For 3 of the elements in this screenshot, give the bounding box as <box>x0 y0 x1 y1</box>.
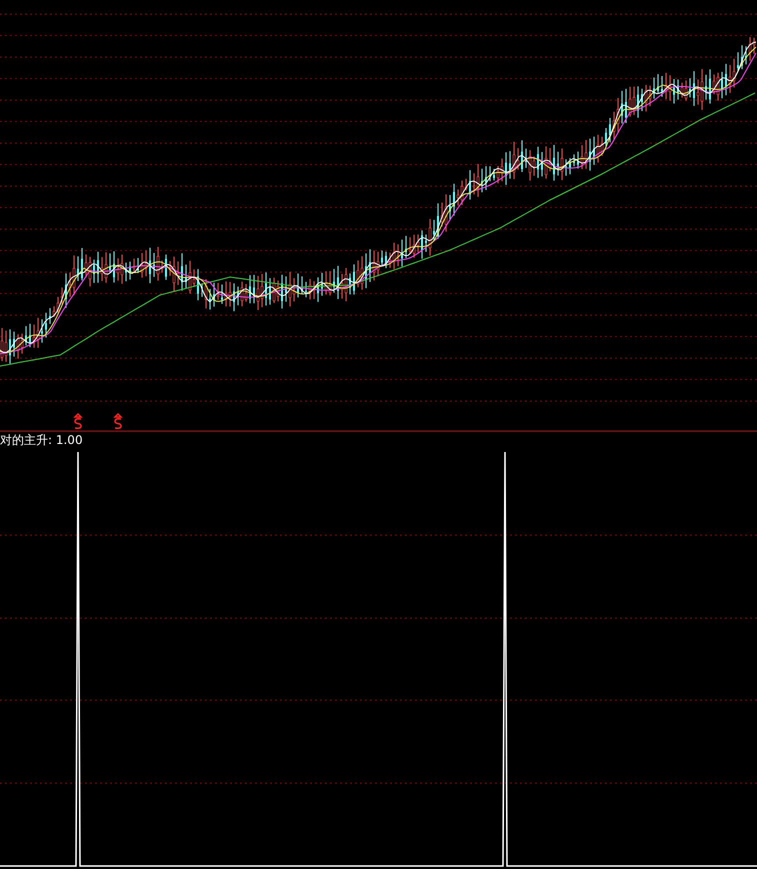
signal-marker-icon <box>114 413 122 429</box>
signal-marker-icon <box>74 413 82 429</box>
indicator-label: 对的主升: 1.00 <box>0 432 83 449</box>
